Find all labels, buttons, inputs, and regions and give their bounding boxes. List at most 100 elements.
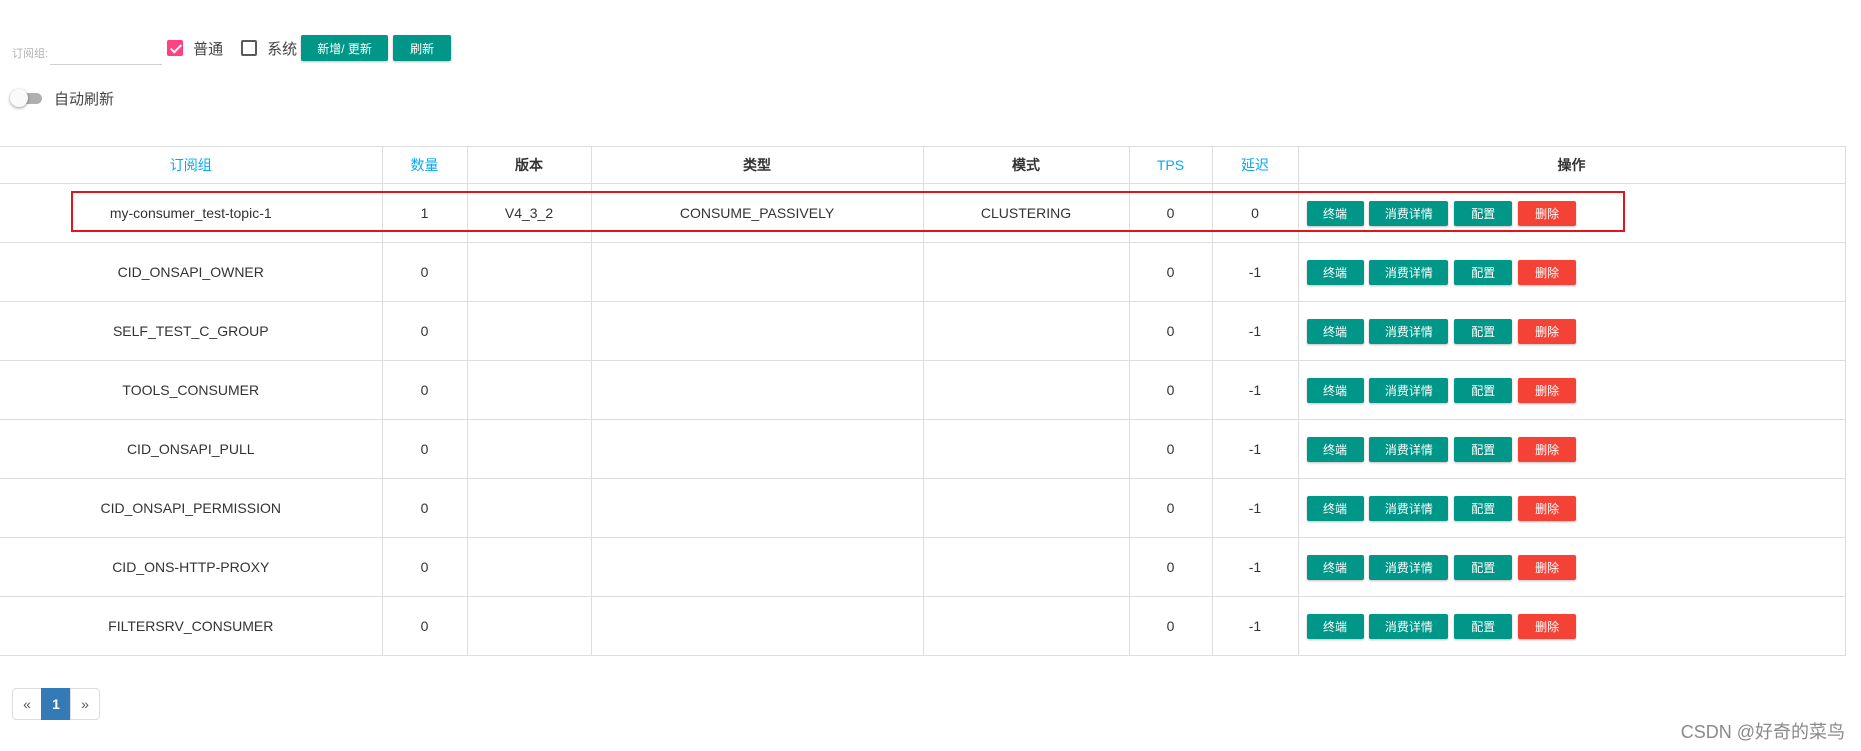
cell-consumer-group: CID_ONSAPI_OWNER xyxy=(0,242,383,302)
cell-operations: 终端 消费详情 配置 删除 xyxy=(1297,478,1846,538)
header-operations: 操作 xyxy=(1297,146,1846,184)
header-delay[interactable]: 延迟 xyxy=(1211,146,1299,184)
consume-detail-button[interactable]: 消费详情 xyxy=(1369,554,1449,580)
cell-count: 0 xyxy=(381,596,468,656)
cell-type xyxy=(590,242,924,302)
filter-toolbar: 订阅组: 普通 系统 新增/ 更新 刷新 xyxy=(12,32,452,65)
cell-delay: -1 xyxy=(1211,419,1299,479)
stop-button[interactable]: 终端 xyxy=(1306,495,1364,521)
cell-delay: -1 xyxy=(1211,596,1299,656)
cell-tps: 0 xyxy=(1128,596,1213,656)
cell-delay: -1 xyxy=(1211,301,1299,361)
cell-version xyxy=(466,242,592,302)
cell-tps: 0 xyxy=(1128,301,1213,361)
stop-button[interactable]: 终端 xyxy=(1306,318,1364,344)
config-button[interactable]: 配置 xyxy=(1454,318,1513,344)
stop-button[interactable]: 终端 xyxy=(1306,554,1364,580)
table-row: TOOLS_CONSUMER 0 0 -1 终端 消费详情 配置 删除 xyxy=(0,360,1846,420)
normal-checkbox-label: 普通 xyxy=(193,40,224,58)
cell-mode xyxy=(922,360,1130,420)
consume-detail-button[interactable]: 消费详情 xyxy=(1369,495,1449,521)
cell-version xyxy=(466,419,592,479)
consumer-group-search-input[interactable] xyxy=(50,37,163,65)
auto-refresh-toggle[interactable]: 自动刷新 xyxy=(10,88,115,109)
table-row: CID_ONSAPI_PULL 0 0 -1 终端 消费详情 配置 删除 xyxy=(0,419,1846,479)
stop-button[interactable]: 终端 xyxy=(1306,436,1364,462)
config-button[interactable]: 配置 xyxy=(1454,436,1513,462)
stop-button[interactable]: 终端 xyxy=(1306,377,1364,403)
delete-button[interactable]: 删除 xyxy=(1518,554,1577,580)
refresh-button[interactable]: 刷新 xyxy=(393,35,452,61)
consume-detail-button[interactable]: 消费详情 xyxy=(1369,436,1449,462)
cell-consumer-group: CID_ONSAPI_PERMISSION xyxy=(0,478,383,538)
table-row: my-consumer_test-topic-1 1 V4_3_2 CONSUM… xyxy=(0,183,1846,243)
cell-delay: 0 xyxy=(1211,183,1299,243)
consume-detail-button[interactable]: 消费详情 xyxy=(1369,613,1449,639)
table-row: SELF_TEST_C_GROUP 0 0 -1 终端 消费详情 配置 删除 xyxy=(0,301,1846,361)
config-button[interactable]: 配置 xyxy=(1454,377,1513,403)
cell-mode: CLUSTERING xyxy=(922,183,1130,243)
cell-version xyxy=(466,360,592,420)
header-consumer-group[interactable]: 订阅组 xyxy=(0,146,383,184)
cell-count: 1 xyxy=(381,183,468,243)
next-page-button[interactable]: » xyxy=(70,688,100,720)
cell-type xyxy=(590,301,924,361)
config-button[interactable]: 配置 xyxy=(1454,613,1513,639)
config-button[interactable]: 配置 xyxy=(1454,259,1513,285)
cell-delay: -1 xyxy=(1211,478,1299,538)
stop-button[interactable]: 终端 xyxy=(1306,259,1364,285)
table-row: CID_ONSAPI_PERMISSION 0 0 -1 终端 消费详情 配置 … xyxy=(0,478,1846,538)
config-button[interactable]: 配置 xyxy=(1454,554,1513,580)
normal-checkbox[interactable]: 普通 xyxy=(167,38,223,59)
consume-detail-button[interactable]: 消费详情 xyxy=(1369,259,1449,285)
cell-delay: -1 xyxy=(1211,242,1299,302)
checkbox-checked-icon xyxy=(167,40,184,56)
cell-mode xyxy=(922,242,1130,302)
page-number-button[interactable]: 1 xyxy=(41,688,71,720)
delete-button[interactable]: 删除 xyxy=(1518,613,1577,639)
delete-button[interactable]: 删除 xyxy=(1518,318,1577,344)
consume-detail-button[interactable]: 消费详情 xyxy=(1369,318,1449,344)
delete-button[interactable]: 删除 xyxy=(1518,436,1577,462)
header-version: 版本 xyxy=(466,146,592,184)
table-header-row: 订阅组 数量 版本 类型 模式 TPS 延迟 操作 xyxy=(0,146,1846,184)
cell-consumer-group: SELF_TEST_C_GROUP xyxy=(0,301,383,361)
cell-operations: 终端 消费详情 配置 删除 xyxy=(1297,537,1846,597)
cell-version xyxy=(466,301,592,361)
table-row: FILTERSRV_CONSUMER 0 0 -1 终端 消费详情 配置 删除 xyxy=(0,596,1846,656)
header-tps[interactable]: TPS xyxy=(1128,146,1213,184)
cell-consumer-group: FILTERSRV_CONSUMER xyxy=(0,596,383,656)
cell-count: 0 xyxy=(381,242,468,302)
config-button[interactable]: 配置 xyxy=(1454,495,1513,521)
consume-detail-button[interactable]: 消费详情 xyxy=(1369,377,1449,403)
cell-count: 0 xyxy=(381,301,468,361)
auto-refresh-label: 自动刷新 xyxy=(54,91,115,108)
config-button[interactable]: 配置 xyxy=(1454,200,1513,226)
cell-version xyxy=(466,596,592,656)
cell-type xyxy=(590,537,924,597)
pagination: « 1 » xyxy=(12,688,100,720)
delete-button[interactable]: 删除 xyxy=(1518,259,1577,285)
cell-consumer-group: TOOLS_CONSUMER xyxy=(0,360,383,420)
delete-button[interactable]: 删除 xyxy=(1518,200,1577,226)
header-type: 类型 xyxy=(590,146,924,184)
consumer-group-table: 订阅组 数量 版本 类型 模式 TPS 延迟 操作 my-consumer_te… xyxy=(0,146,1846,656)
cell-tps: 0 xyxy=(1128,242,1213,302)
system-checkbox-label: 系统 xyxy=(267,40,298,58)
system-checkbox[interactable]: 系统 xyxy=(241,38,297,59)
cell-type xyxy=(590,478,924,538)
delete-button[interactable]: 删除 xyxy=(1518,377,1577,403)
header-count[interactable]: 数量 xyxy=(381,146,468,184)
delete-button[interactable]: 删除 xyxy=(1518,495,1577,521)
csdn-watermark: CSDN @好奇的菜鸟 xyxy=(1680,722,1845,742)
consume-detail-button[interactable]: 消费详情 xyxy=(1369,200,1449,226)
stop-button[interactable]: 终端 xyxy=(1306,613,1364,639)
cell-mode xyxy=(922,478,1130,538)
previous-page-button[interactable]: « xyxy=(12,688,42,720)
cell-operations: 终端 消费详情 配置 删除 xyxy=(1297,242,1846,302)
cell-count: 0 xyxy=(381,537,468,597)
stop-button[interactable]: 终端 xyxy=(1306,200,1364,226)
header-mode: 模式 xyxy=(922,146,1130,184)
cell-tps: 0 xyxy=(1128,537,1213,597)
add-update-button[interactable]: 新增/ 更新 xyxy=(301,35,389,61)
